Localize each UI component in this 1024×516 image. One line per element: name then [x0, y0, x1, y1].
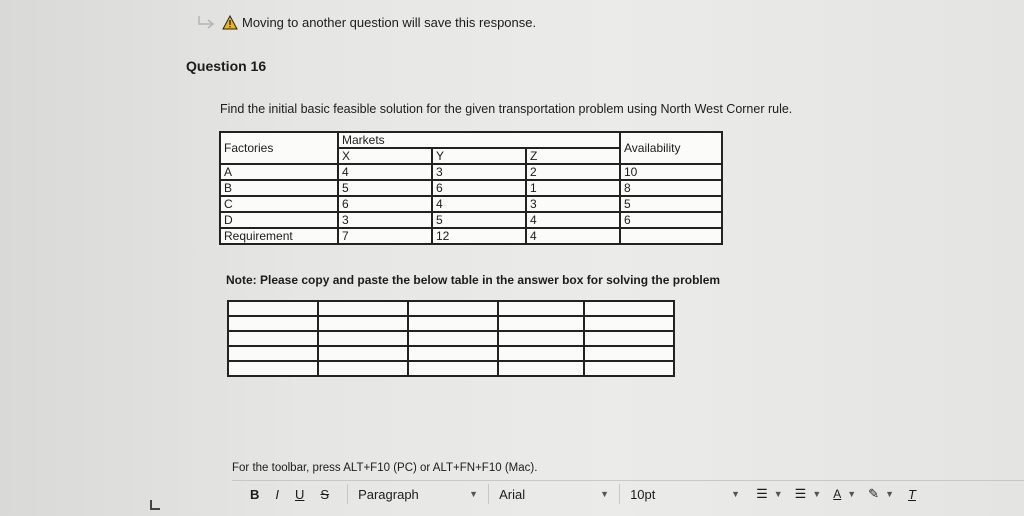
chevron-down-icon: ▼ — [847, 489, 857, 499]
save-warning: Moving to another question will save thi… — [196, 14, 536, 30]
table-row: B 5 6 1 8 — [219, 179, 723, 197]
italic-button[interactable]: I — [275, 487, 279, 502]
reply-arrow-icon — [198, 16, 215, 29]
highlight-button[interactable]: ✎ ▼ — [868, 486, 894, 502]
availability-cell: 10 — [619, 163, 723, 181]
chevron-down-icon: ▼ — [773, 489, 783, 499]
toolbar-divider — [619, 484, 621, 504]
availability-cell: 5 — [619, 195, 723, 213]
toolbar-divider — [347, 484, 349, 504]
cost-cell: 6 — [337, 195, 433, 213]
question-text: Find the initial basic feasible solution… — [220, 102, 793, 116]
market-col-z: Z — [525, 147, 621, 165]
warning-icon — [222, 14, 238, 29]
availability-cell: 8 — [619, 179, 723, 197]
answer-template-table — [227, 300, 675, 377]
chevron-down-icon: ▼ — [731, 489, 741, 499]
paragraph-select-value: Paragraph — [358, 486, 419, 502]
toolbar-hint: For the toolbar, press ALT+F10 (PC) or A… — [232, 462, 538, 474]
cost-cell: 4 — [431, 195, 527, 213]
cost-cell: 3 — [337, 211, 433, 229]
row-label: C — [219, 195, 339, 213]
toolbar-divider — [488, 484, 490, 504]
text-color-button[interactable]: A ▼ — [833, 487, 856, 501]
underline-button[interactable]: U — [295, 487, 304, 502]
editor-toolbar: B I U S Paragraph ▼ Arial ▼ 10pt ▼ ☰ ▼ ☰… — [232, 480, 1024, 507]
transportation-table: Factories Markets Availability X Y Z A 4… — [219, 131, 723, 245]
factories-header: Factories — [219, 131, 339, 165]
row-label: A — [219, 163, 339, 181]
cost-cell: 3 — [431, 163, 527, 181]
cost-cell: 1 — [525, 179, 621, 197]
corner-marker — [150, 500, 160, 510]
requirement-row: Requirement 7 12 4 — [219, 227, 723, 245]
cost-cell: 5 — [337, 179, 433, 197]
markets-header: Markets — [337, 131, 621, 149]
row-label: B — [219, 179, 339, 197]
font-size-select[interactable]: 10pt ▼ — [630, 487, 740, 502]
row-label: D — [219, 211, 339, 229]
chevron-down-icon: ▼ — [600, 489, 610, 499]
text-color-icon: A — [833, 487, 842, 501]
numbered-list-icon: ☰ — [794, 486, 807, 501]
requirement-label: Requirement — [219, 227, 339, 245]
requirement-cell: 4 — [525, 227, 621, 245]
font-size-select-value: 10pt — [630, 486, 656, 502]
market-col-y: Y — [431, 147, 527, 165]
chevron-down-icon: ▼ — [885, 489, 894, 499]
clear-formatting-button[interactable]: T — [908, 487, 916, 502]
paragraph-select[interactable]: Paragraph ▼ — [358, 487, 478, 502]
font-select-value: Arial — [499, 486, 526, 502]
cost-cell: 4 — [337, 163, 433, 181]
requirement-cell: 7 — [337, 227, 433, 245]
cost-cell: 5 — [431, 211, 527, 229]
pen-icon: ✎ — [868, 486, 880, 501]
empty-cell — [619, 227, 723, 245]
table-row: D 3 5 4 6 — [219, 211, 723, 229]
cost-cell: 4 — [525, 211, 621, 229]
requirement-cell: 12 — [431, 227, 527, 245]
bold-button[interactable]: B — [250, 487, 259, 502]
bullet-list-icon: ☰ — [756, 486, 768, 501]
numbered-list-button[interactable]: ☰ ▼ — [795, 486, 822, 502]
table-row: C 6 4 3 5 — [219, 195, 723, 213]
bullet-list-button[interactable]: ☰ ▼ — [756, 486, 783, 502]
availability-cell: 6 — [619, 211, 723, 229]
cost-cell: 2 — [525, 163, 621, 181]
availability-header: Availability — [619, 131, 723, 165]
question-title: Question 16 — [186, 58, 267, 74]
cost-cell: 3 — [525, 195, 621, 213]
warning-text: Moving to another question will save thi… — [242, 14, 537, 30]
chevron-down-icon: ▼ — [469, 489, 479, 499]
note-text: Note: Please copy and paste the below ta… — [226, 273, 721, 287]
font-select[interactable]: Arial ▼ — [499, 487, 609, 502]
market-col-x: X — [337, 147, 433, 165]
cost-cell: 6 — [431, 179, 527, 197]
chevron-down-icon: ▼ — [812, 489, 822, 499]
strikethrough-button[interactable]: S — [320, 487, 329, 502]
table-row: A 4 3 2 10 — [219, 163, 723, 181]
